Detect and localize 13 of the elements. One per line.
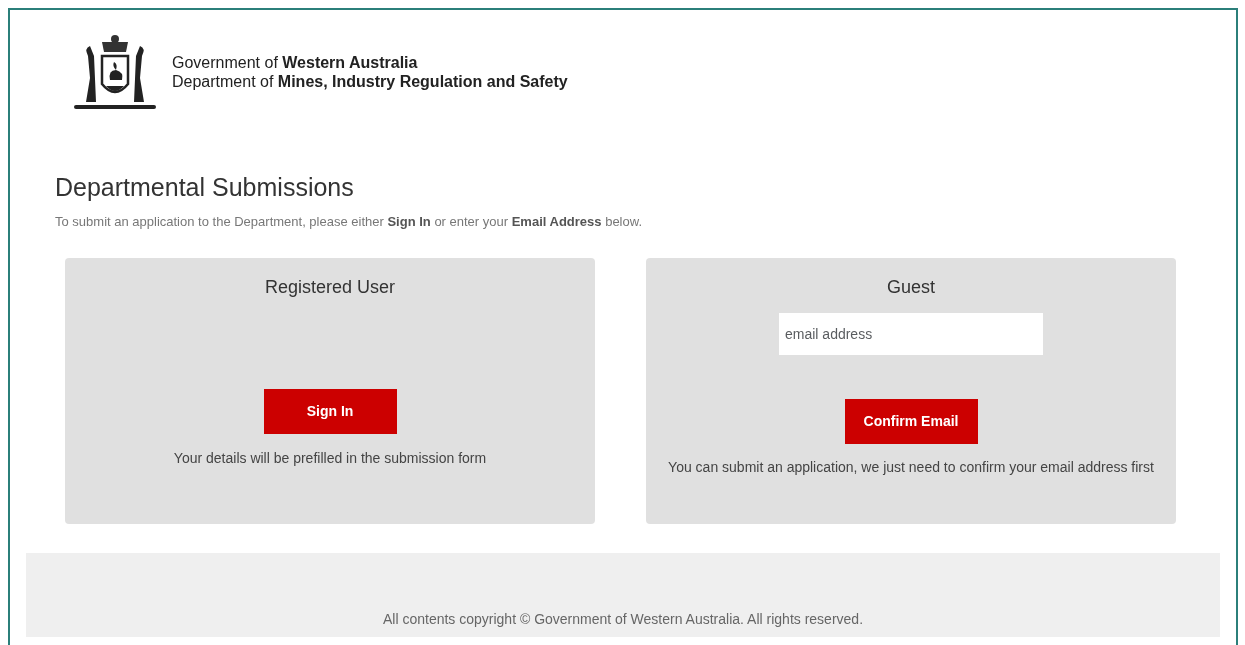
copyright-text: All contents copyright © Government of Western Australia. All rights reserved. (26, 552, 1220, 637)
government-name: Government of Western Australia (172, 53, 419, 72)
email-field[interactable]: email address (779, 312, 1043, 355)
coat-of-arms-icon (72, 34, 158, 110)
page-title: Departmental Submissions (55, 172, 355, 202)
panel-title: Guest (886, 275, 936, 299)
panel-title: Registered User (263, 275, 397, 299)
intro-text: To submit an application to the Department, please either Sign In or enter your Email Address below. (55, 213, 644, 231)
panel-note: Your details will be prefilled in the submission form (172, 448, 488, 468)
sign-in-button[interactable]: Sign In (263, 388, 397, 434)
confirm-email-button[interactable]: Confirm Email (844, 398, 978, 444)
department-name: Department of Mines, Industry Regulation and Safety (172, 72, 568, 91)
panel-note: You can submit an application, we just need to confirm your email address first (667, 457, 1155, 477)
